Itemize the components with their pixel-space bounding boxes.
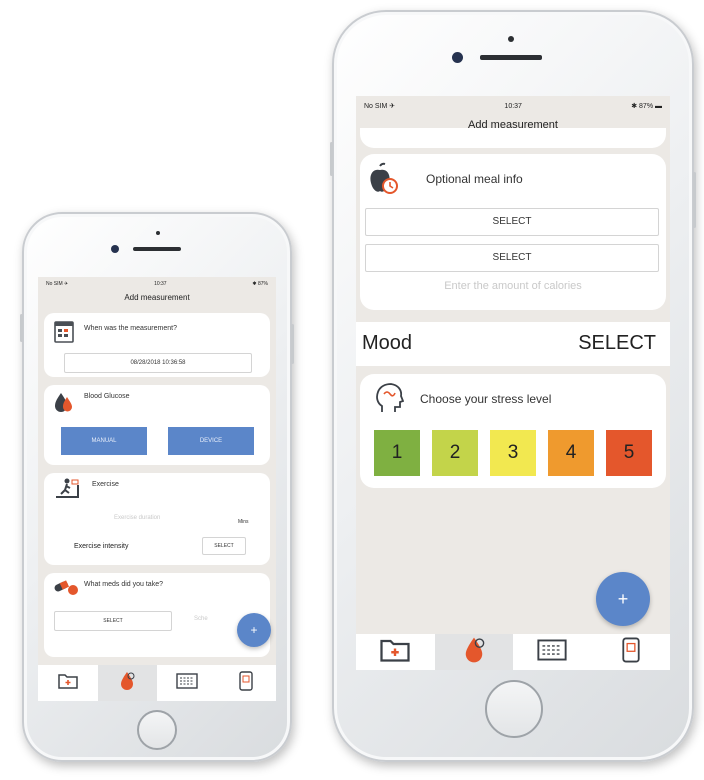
stress-level-3[interactable]: 3 xyxy=(490,430,536,476)
tab-calendar[interactable] xyxy=(157,665,217,701)
status-battery: ✱ 87% xyxy=(252,281,268,287)
calendar-grid-icon xyxy=(176,672,198,694)
measurement-time-card: When was the measurement? 08/28/2018 10:… xyxy=(44,313,270,377)
home-button[interactable] xyxy=(137,710,177,750)
stress-level-2[interactable]: 2 xyxy=(432,430,478,476)
meal-select-1[interactable]: SELECT xyxy=(365,208,659,236)
exercise-card: Exercise Exercise duration Mins Exercise… xyxy=(44,473,270,565)
mood-row[interactable]: Mood SELECT xyxy=(356,322,670,366)
meal-select-2[interactable]: SELECT xyxy=(365,244,659,272)
pills-icon xyxy=(52,577,80,602)
head-stress-icon xyxy=(374,382,405,419)
treadmill-icon xyxy=(54,477,80,506)
status-bar: No SIM ✈ 10:37 ✱ 87% ▬ xyxy=(356,96,670,116)
front-camera xyxy=(452,52,463,63)
previous-card-edge xyxy=(360,128,666,148)
tab-records[interactable] xyxy=(356,634,435,670)
manual-button[interactable]: MANUAL xyxy=(61,427,147,455)
phone-report-icon xyxy=(239,670,253,696)
large-screen: No SIM ✈ 10:37 ✱ 87% ▬ Add measurement O… xyxy=(356,96,670,670)
status-bar: No SIM ✈ 10:37 ✱ 87% xyxy=(38,277,276,291)
add-button[interactable]: + xyxy=(596,572,650,626)
stress-scale: 1 2 3 4 5 xyxy=(360,430,666,476)
power-button xyxy=(291,324,294,364)
sensor-dot xyxy=(156,231,160,235)
folder-plus-icon xyxy=(380,638,410,667)
exercise-duration-input[interactable]: Exercise duration xyxy=(114,515,160,521)
meds-select[interactable]: SELECT xyxy=(54,611,172,631)
tab-reports[interactable] xyxy=(217,665,277,701)
tab-reports[interactable] xyxy=(592,634,671,670)
apple-clock-icon xyxy=(368,162,400,201)
stage: No SIM ✈ 10:37 ✱ 87% Add measurement Whe… xyxy=(0,0,704,780)
mood-label: Mood xyxy=(362,332,413,354)
exercise-intensity-select[interactable]: SELECT xyxy=(202,537,246,555)
earpiece-speaker xyxy=(480,55,542,60)
add-button[interactable]: + xyxy=(237,613,271,647)
folder-plus-icon xyxy=(58,673,78,694)
blood-drop-icon xyxy=(463,636,485,669)
tab-bar xyxy=(356,634,670,670)
blood-glucose-card: Blood Glucose MANUAL DEVICE xyxy=(44,385,270,465)
exercise-label: Exercise xyxy=(92,481,119,488)
status-carrier: No SIM ✈ xyxy=(364,103,396,110)
front-camera xyxy=(111,245,119,253)
stress-label: Choose your stress level xyxy=(420,392,552,406)
status-battery: ✱ 87% ▬ xyxy=(631,103,662,110)
glucose-drops-icon xyxy=(54,391,74,418)
calories-input[interactable]: Enter the amount of calories xyxy=(360,280,666,292)
small-phone: No SIM ✈ 10:37 ✱ 87% Add measurement Whe… xyxy=(20,212,294,762)
calendar-clipboard-icon xyxy=(54,319,74,348)
phone-report-icon xyxy=(622,637,640,668)
status-time: 10:37 xyxy=(504,102,522,110)
tab-measurement[interactable] xyxy=(97,665,157,701)
tab-calendar[interactable] xyxy=(513,634,592,670)
home-button[interactable] xyxy=(485,680,543,738)
meds-card: What meds did you take? SELECT Sche xyxy=(44,573,270,657)
volume-button xyxy=(330,142,333,176)
large-phone: No SIM ✈ 10:37 ✱ 87% ▬ Add measurement O… xyxy=(330,10,696,762)
status-time: 10:37 xyxy=(154,281,167,287)
datetime-field[interactable]: 08/28/2018 10:36:58 xyxy=(64,353,252,373)
status-carrier: No SIM ✈ xyxy=(46,281,69,287)
glucose-label: Blood Glucose xyxy=(84,393,130,400)
stress-level-card: Choose your stress level 1 2 3 4 5 xyxy=(360,374,666,488)
earpiece-speaker xyxy=(133,247,181,251)
volume-button xyxy=(20,314,23,342)
meds-question: What meds did you take? xyxy=(84,581,163,588)
tab-records[interactable] xyxy=(38,665,98,701)
exercise-unit: Mins xyxy=(238,519,249,525)
small-screen: No SIM ✈ 10:37 ✱ 87% Add measurement Whe… xyxy=(38,277,276,701)
tab-bar xyxy=(38,665,276,701)
stress-level-1[interactable]: 1 xyxy=(374,430,420,476)
schedule-text: Sche xyxy=(194,616,208,622)
power-button xyxy=(693,172,696,228)
tab-measurement[interactable] xyxy=(434,634,513,670)
measurement-question: When was the measurement? xyxy=(84,325,177,332)
exercise-intensity-label: Exercise intensity xyxy=(74,543,129,550)
meal-info-card: Optional meal info SELECT SELECT Enter t… xyxy=(360,154,666,310)
page-title: Add measurement xyxy=(124,293,190,302)
device-button[interactable]: DEVICE xyxy=(168,427,254,455)
calendar-grid-icon xyxy=(537,639,567,666)
sensor-dot xyxy=(508,36,514,42)
mood-select[interactable]: SELECT xyxy=(578,332,656,355)
meal-label: Optional meal info xyxy=(426,172,523,186)
blood-drop-icon xyxy=(119,671,135,696)
stress-level-5[interactable]: 5 xyxy=(606,430,652,476)
stress-level-4[interactable]: 4 xyxy=(548,430,594,476)
